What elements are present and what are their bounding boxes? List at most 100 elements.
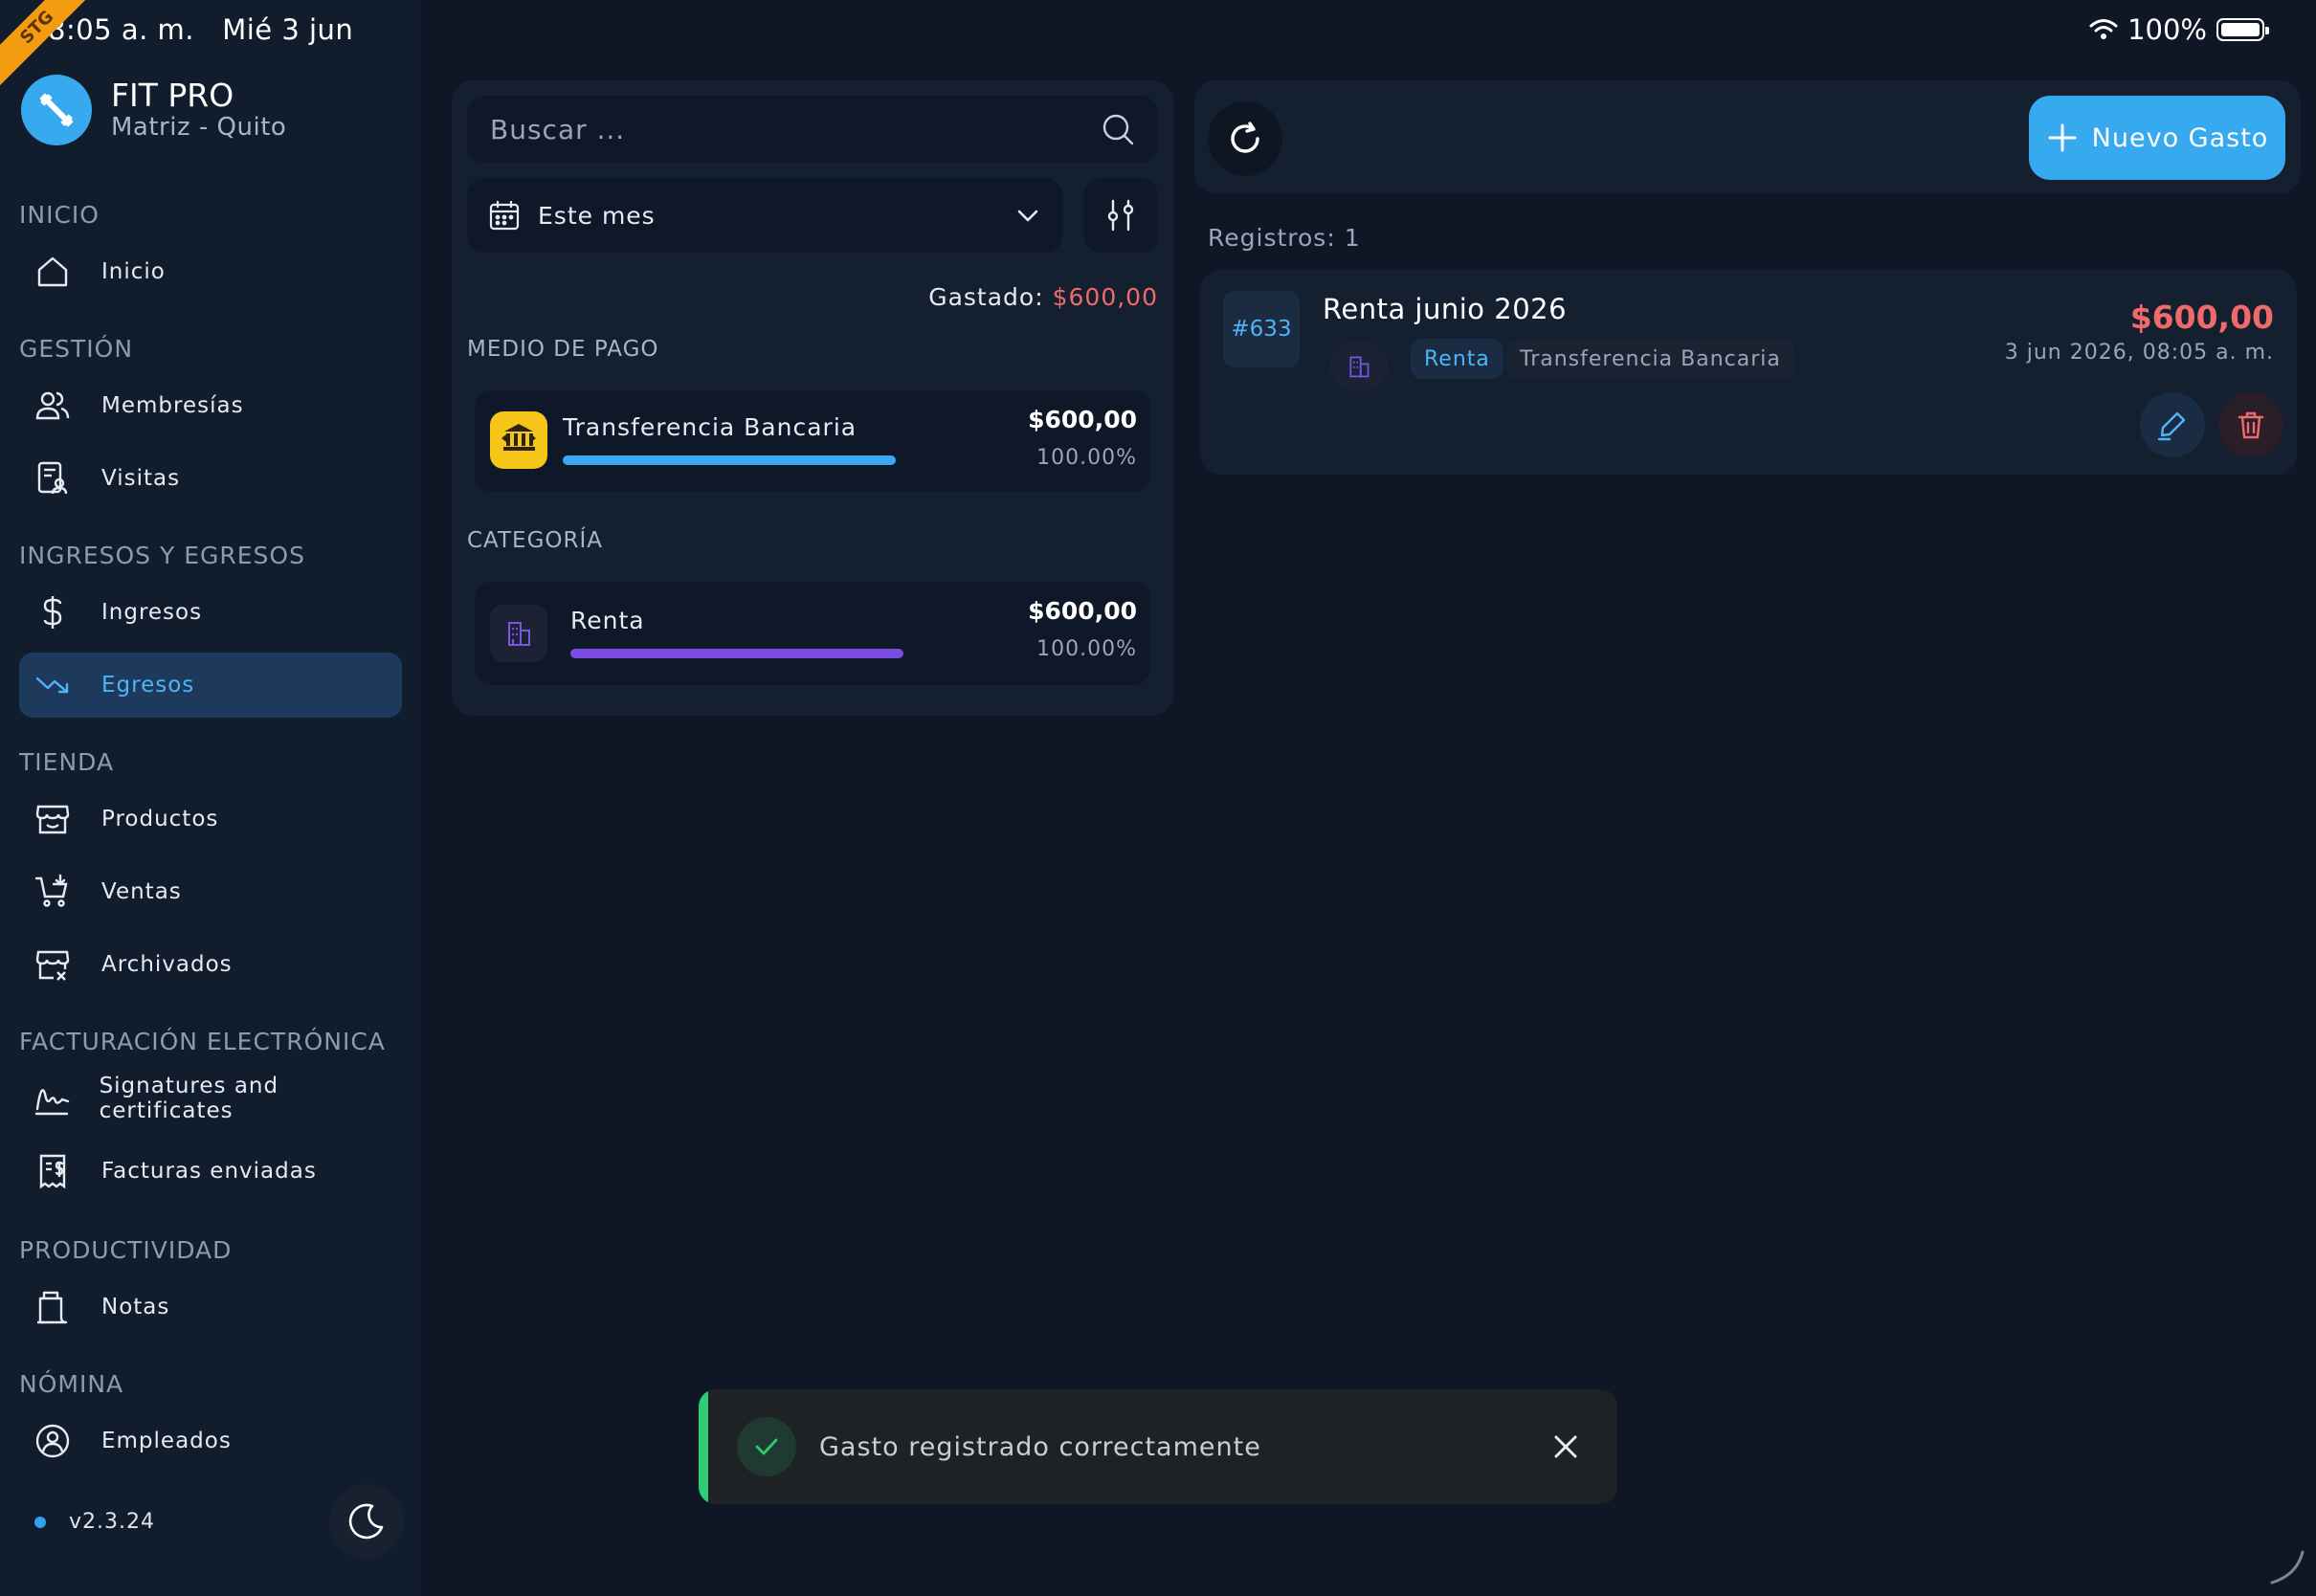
search-input[interactable]: [490, 113, 1101, 145]
payment-method-name: Transferencia Bancaria: [563, 413, 857, 441]
sidebar-item-visitas[interactable]: Visitas: [19, 446, 402, 511]
list-toolbar: Nuevo Gasto: [1194, 80, 2301, 193]
records-count: Registros: 1: [1208, 224, 1361, 252]
search-icon: [1102, 114, 1134, 145]
plus-icon: [2048, 123, 2077, 152]
trash-icon: [2238, 411, 2264, 439]
advanced-filters-button[interactable]: [1083, 178, 1158, 253]
section-gestion: GESTIÓN: [19, 335, 134, 363]
sliders-icon: [1107, 199, 1134, 232]
expense-date: 3 jun 2026, 08:05 a. m.: [2004, 341, 2274, 365]
notes-icon: [33, 1287, 73, 1327]
receipt-icon: [33, 1151, 73, 1191]
search-box[interactable]: [467, 96, 1158, 163]
payment-method-bar: [563, 455, 896, 465]
section-nomina: NÓMINA: [19, 1370, 124, 1398]
category-chip: Renta: [1411, 339, 1503, 379]
section-facturacion: FACTURACIÓN ELECTRÓNICA: [19, 1028, 386, 1055]
calendar-icon: [489, 201, 520, 231]
close-icon[interactable]: [1547, 1428, 1585, 1466]
sidebar-item-archivados[interactable]: Archivados: [19, 932, 402, 997]
sidebar-item-label: Empleados: [101, 1429, 232, 1453]
date-range-value: Este mes: [538, 201, 656, 230]
sidebar-item-facturas[interactable]: Facturas enviadas: [19, 1139, 402, 1204]
sidebar-item-ventas[interactable]: Ventas: [19, 859, 402, 924]
status-time: 8:05 a. m. Mié 3 jun: [48, 13, 353, 46]
status-date: Mié 3 jun: [222, 13, 354, 46]
cart-icon: [33, 872, 73, 912]
sidebar-item-label: Notas: [101, 1295, 170, 1319]
building-icon: [490, 605, 547, 662]
status-indicators: 100%: [2089, 13, 2269, 46]
brand[interactable]: FIT PRO Matriz - Quito: [21, 75, 286, 145]
new-expense-label: Nuevo Gasto: [2091, 122, 2269, 153]
section-inicio: INICIO: [19, 201, 100, 229]
section-ingresos-egresos: INGRESOS Y EGRESOS: [19, 542, 305, 569]
sidebar-item-label: Inicio: [101, 259, 166, 284]
status-bar: 8:05 a. m. Mié 3 jun 100%: [0, 0, 2316, 61]
resize-handle-icon: [2270, 1550, 2305, 1585]
sidebar-item-signatures[interactable]: Signatures and certificates: [19, 1066, 402, 1131]
moon-icon: [348, 1503, 384, 1540]
payment-method-title: MEDIO DE PAGO: [467, 337, 659, 362]
sidebar-item-empleados[interactable]: Empleados: [19, 1408, 402, 1474]
edit-button[interactable]: [2140, 392, 2205, 457]
battery-icon: [2216, 18, 2269, 41]
store-icon: [33, 799, 73, 839]
theme-toggle-button[interactable]: [329, 1484, 404, 1559]
delete-button[interactable]: [2218, 392, 2283, 457]
spent-total: Gastado: $600,00: [928, 283, 1158, 311]
bank-transfer-icon: [490, 411, 547, 469]
sidebar-item-membresias[interactable]: Membresías: [19, 373, 402, 438]
sidebar-item-label: Facturas enviadas: [101, 1159, 317, 1184]
sidebar-item-notas[interactable]: Notas: [19, 1275, 402, 1340]
sidebar-item-inicio[interactable]: Inicio: [19, 239, 402, 304]
spent-amount: $600,00: [1052, 283, 1158, 311]
section-tienda: TIENDA: [19, 748, 115, 776]
payment-method-percent: 100.00%: [1036, 446, 1137, 470]
filters-panel: Este mes Gastado: $600,00 MEDIO DE PAGO …: [452, 80, 1173, 716]
category-card[interactable]: Renta $600,00 100.00%: [475, 582, 1150, 685]
category-title: CATEGORÍA: [467, 528, 604, 553]
category-name: Renta: [570, 607, 645, 634]
building-icon: [1330, 343, 1388, 390]
dumbbell-logo-icon: [21, 75, 92, 145]
sidebar-item-ingresos[interactable]: Ingresos: [19, 580, 402, 645]
expense-title: Renta junio 2026: [1323, 293, 1568, 325]
signature-icon: [33, 1078, 71, 1119]
trend-down-icon: [33, 665, 73, 705]
sidebar-item-label: Ventas: [101, 879, 182, 904]
expense-id: #633: [1223, 291, 1300, 367]
toast-message: Gasto registrado correctamente: [819, 1431, 1261, 1462]
refresh-button[interactable]: [1208, 101, 1282, 176]
sidebar-item-label: Egresos: [101, 673, 195, 698]
status-clock: 8:05 a. m.: [48, 13, 195, 46]
expense-card[interactable]: #633 Renta junio 2026 Renta Transferenci…: [1200, 270, 2297, 475]
sidebar-item-productos[interactable]: Productos: [19, 787, 402, 852]
sidebar-item-label: Archivados: [101, 952, 233, 977]
category-amount: $600,00: [1028, 597, 1137, 625]
expense-amount: $600,00: [2129, 299, 2274, 336]
section-productividad: PRODUCTIVIDAD: [19, 1236, 233, 1264]
sidebar-item-label: Visitas: [101, 466, 181, 491]
check-icon: [737, 1417, 796, 1476]
users-icon: [33, 386, 73, 426]
category-bar: [570, 649, 903, 658]
sidebar-item-egresos[interactable]: Egresos: [19, 653, 402, 718]
sidebar-item-label: Ingresos: [101, 600, 203, 625]
dollar-icon: [33, 592, 73, 632]
visitor-badge-icon: [33, 458, 73, 499]
status-dot: [34, 1516, 46, 1528]
payment-method-card[interactable]: Transferencia Bancaria $600,00 100.00%: [475, 390, 1150, 492]
date-range-select[interactable]: Este mes: [467, 178, 1062, 253]
chevron-down-icon: [1017, 210, 1038, 222]
brand-branch: Matriz - Quito: [111, 113, 287, 142]
store-archived-icon: [33, 944, 73, 985]
new-expense-button[interactable]: Nuevo Gasto: [2029, 96, 2285, 180]
success-toast: Gasto registrado correctamente: [699, 1389, 1617, 1504]
user-circle-icon: [33, 1421, 73, 1461]
pen-icon: [2157, 411, 2186, 441]
payment-method-amount: $600,00: [1028, 406, 1137, 433]
version-label: v2.3.24: [69, 1510, 155, 1534]
sidebar-item-label: Membresías: [101, 393, 244, 418]
